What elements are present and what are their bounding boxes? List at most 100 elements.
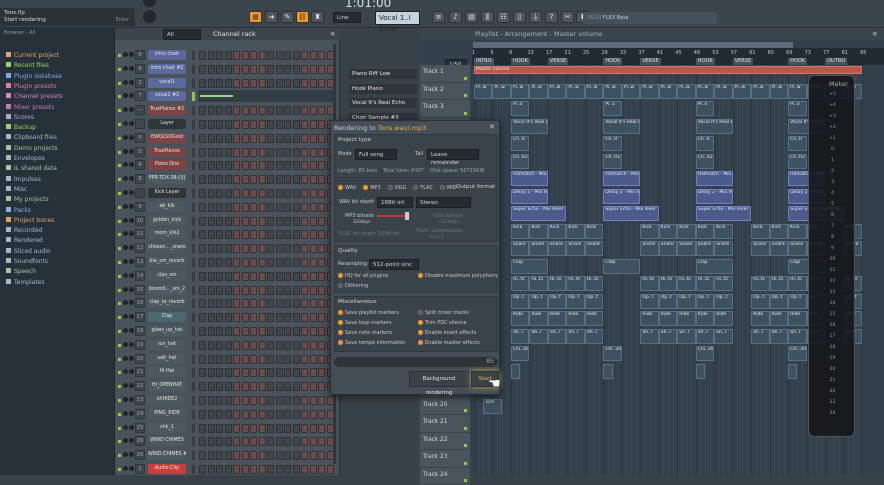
step-button[interactable] [284, 355, 291, 364]
step-button[interactable] [318, 410, 325, 419]
pan-knob[interactable] [123, 328, 128, 333]
browser-item[interactable]: Recorded [6, 226, 42, 236]
step-button[interactable] [225, 424, 232, 433]
tempo-knob[interactable] [143, 0, 156, 7]
step-button[interactable] [259, 451, 266, 460]
step-button[interactable] [199, 396, 206, 405]
pan-knob[interactable] [123, 149, 128, 154]
step-button[interactable] [301, 313, 308, 322]
track-header[interactable]: Track 20 [420, 398, 470, 416]
close-icon[interactable]: ✕ [489, 123, 495, 131]
step-button[interactable] [208, 120, 215, 129]
option-checkbox[interactable]: Enable insert effects [418, 330, 476, 336]
format-ogg-checkbox[interactable]: OGG [388, 185, 407, 191]
mute-led[interactable] [118, 468, 121, 471]
step-button[interactable] [267, 286, 274, 295]
mute-led[interactable] [118, 220, 121, 223]
track-led[interactable] [464, 77, 467, 80]
step-button[interactable] [242, 148, 249, 157]
option-checkbox[interactable]: Split mixer tracks [418, 310, 469, 316]
channel-name-button[interactable]: HI_OPENHAT [148, 381, 186, 391]
pan-knob[interactable] [123, 356, 128, 361]
pattern-clip[interactable]: Snare [751, 241, 769, 256]
pattern-clip[interactable]: Ride [788, 311, 806, 326]
step-button[interactable] [225, 148, 232, 157]
volume-knob[interactable] [129, 425, 134, 430]
step-button[interactable] [208, 106, 215, 115]
step-button[interactable] [242, 355, 249, 364]
mp3-bitrate-handle[interactable] [405, 212, 409, 220]
step-button[interactable] [233, 368, 240, 377]
channel-select-indicator[interactable] [192, 92, 195, 101]
step-button[interactable] [267, 106, 274, 115]
option-checkbox[interactable]: Save loop markers [338, 320, 392, 326]
step-button[interactable] [301, 134, 308, 143]
step-button[interactable] [318, 161, 325, 170]
pattern-clip[interactable]: Kick [696, 224, 714, 239]
mixer-track-number[interactable]: 20 [135, 354, 145, 364]
step-button[interactable] [199, 106, 206, 115]
step-button[interactable] [267, 217, 274, 226]
close-icon[interactable]: ✕ [872, 28, 877, 40]
step-button[interactable] [301, 437, 308, 446]
step-button[interactable] [310, 189, 317, 198]
automation-clip[interactable]: Halfsatch - Mix level [511, 171, 548, 186]
link-button[interactable]: ⛓ [296, 11, 309, 23]
channel-name-button[interactable]: PING_RIDE [148, 409, 186, 419]
mixer-track-number[interactable]: 15 [135, 285, 145, 295]
format-mp3-checkbox[interactable]: MP3 [363, 185, 381, 191]
step-button[interactable] [267, 272, 274, 281]
option-checkbox[interactable]: Save note markers [338, 330, 392, 336]
step-button[interactable] [276, 217, 283, 226]
channel-name-button[interactable]: glass_up_hat [148, 326, 186, 336]
step-button[interactable] [259, 368, 266, 377]
step-button[interactable] [293, 148, 300, 157]
option-checkbox[interactable]: Dithering [338, 283, 368, 289]
step-button[interactable] [293, 203, 300, 212]
step-button[interactable] [276, 299, 283, 308]
channel-select-indicator[interactable] [192, 313, 195, 322]
step-button[interactable] [293, 244, 300, 253]
pattern-clip[interactable]: Pi..w [529, 84, 547, 99]
step-button[interactable] [267, 341, 274, 350]
step-button[interactable] [199, 465, 206, 474]
volume-knob[interactable] [129, 397, 134, 402]
step-button[interactable] [276, 244, 283, 253]
volume-knob[interactable] [129, 342, 134, 347]
arrangement-marker[interactable]: VERSE [548, 58, 568, 65]
format-wav-checkbox[interactable]: WAV [338, 185, 356, 191]
step-button[interactable] [284, 451, 291, 460]
channel-select-indicator[interactable] [192, 217, 195, 226]
channel-name-button[interactable]: TruePianos [148, 147, 186, 157]
step-button[interactable] [318, 189, 325, 198]
pan-knob[interactable] [123, 52, 128, 57]
volume-knob[interactable] [129, 162, 134, 167]
step-button[interactable] [250, 299, 257, 308]
pattern-clip[interactable]: Ride [566, 311, 584, 326]
step-button[interactable] [267, 120, 274, 129]
step-button[interactable] [310, 327, 317, 336]
step-button[interactable] [310, 286, 317, 295]
step-button[interactable] [276, 230, 283, 239]
step-button[interactable] [276, 175, 283, 184]
step-button[interactable] [199, 382, 206, 391]
step-button[interactable] [250, 424, 257, 433]
pattern-clip[interactable]: Kick [511, 224, 529, 239]
step-button[interactable] [284, 175, 291, 184]
step-button[interactable] [208, 161, 215, 170]
pattern-clip[interactable]: Kick [548, 224, 566, 239]
channel-select-indicator[interactable] [192, 382, 195, 391]
piano-roll-button[interactable]: ♪ [449, 11, 462, 23]
channel-select-indicator[interactable] [192, 451, 195, 460]
step-button[interactable] [301, 244, 308, 253]
browser-item[interactable]: Project bones [6, 216, 55, 226]
step-button[interactable] [318, 299, 325, 308]
step-button[interactable] [267, 313, 274, 322]
step-button[interactable] [199, 134, 206, 143]
step-button[interactable] [225, 79, 232, 88]
arrangement-marker[interactable]: OUTRO [825, 58, 847, 65]
step-button[interactable] [267, 368, 274, 377]
pan-knob[interactable] [123, 121, 128, 126]
track-led[interactable] [464, 94, 467, 97]
browser-item[interactable]: Scores [6, 113, 34, 123]
